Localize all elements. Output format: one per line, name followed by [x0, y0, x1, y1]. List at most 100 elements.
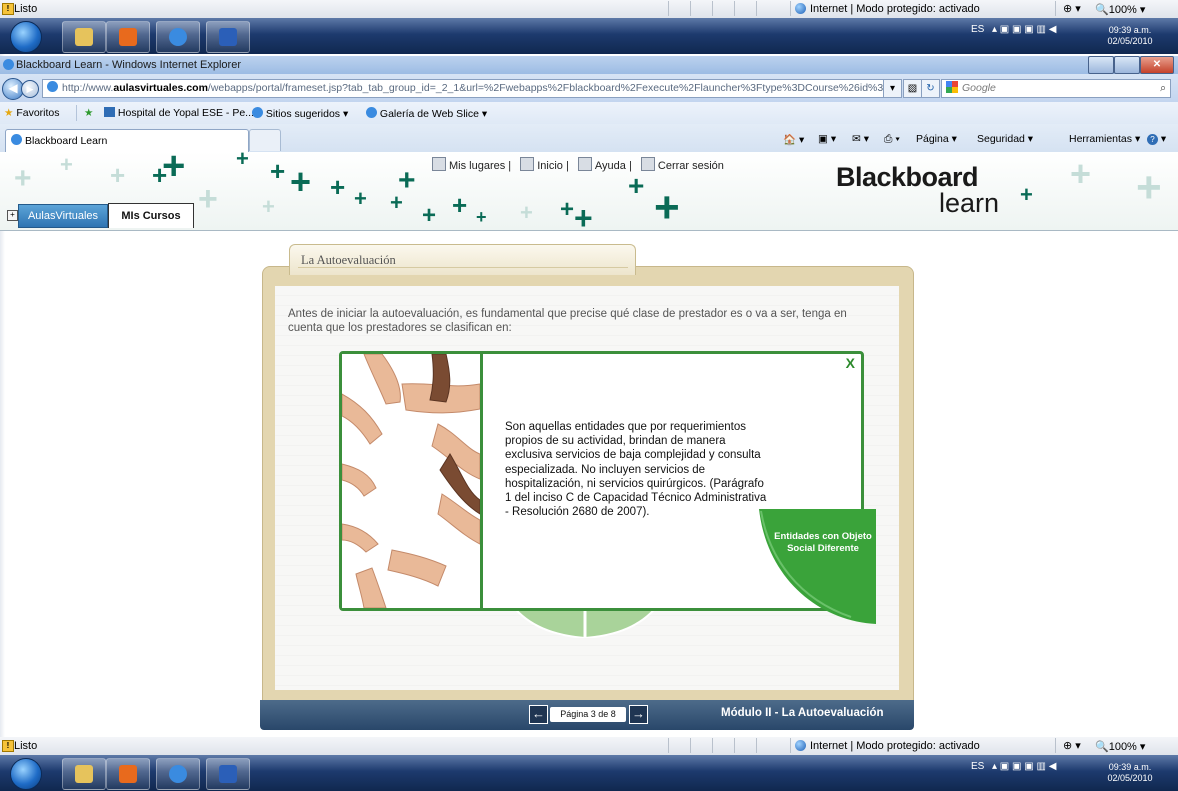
favorites-bar: ★ Favoritos ★ Hospital de Yopal ESE - Pe…	[0, 102, 1178, 125]
arm-shape	[363, 354, 401, 405]
tab-row: Blackboard Learn 🏠 ▾ ▣ ▾ ✉ ▾ ⎙ ▾ Página …	[0, 124, 1178, 153]
clock[interactable]: 09:39 a.m. 02/05/2010	[1100, 762, 1160, 784]
popup-description: Son aquellas entidades que por requerimi…	[505, 421, 767, 519]
favorite-item-webslice[interactable]: Galería de Web Slice ▾	[366, 107, 487, 120]
tab-blackboard-learn[interactable]: Blackboard Learn	[5, 129, 249, 152]
protected-mode-icon[interactable]: ⊕ ▾	[1063, 2, 1081, 15]
media-player-taskbar-button[interactable]	[106, 21, 150, 53]
plus-decoration: +	[162, 152, 186, 188]
security-zone[interactable]: Internet | Modo protegido: activado	[810, 3, 980, 15]
ie-taskbar-button[interactable]	[156, 21, 200, 53]
tools-menu[interactable]: Herramientas ▾	[1069, 133, 1140, 145]
search-box[interactable]: Google ⌕	[941, 79, 1171, 98]
close-popup-button[interactable]: X	[846, 355, 855, 371]
refresh-button[interactable]: ↻	[921, 79, 940, 98]
protected-mode-icon[interactable]: ⊕ ▾	[1063, 739, 1081, 752]
plus-decoration: +	[290, 161, 312, 202]
help-icon[interactable]: ? ▾	[1147, 133, 1166, 145]
home-icon[interactable]: 🏠 ▾	[783, 133, 804, 146]
ie-taskbar-button[interactable]	[156, 758, 200, 790]
new-tab-button[interactable]	[249, 129, 281, 151]
zoom-level[interactable]: 🔍100% ▾	[1095, 740, 1145, 753]
favorite-item-suggested[interactable]: Sitios sugeridos ▾	[252, 107, 348, 120]
language-indicator[interactable]: ES	[971, 24, 984, 35]
explorer-taskbar-button[interactable]	[62, 758, 106, 790]
plus-decoration: +	[520, 200, 533, 225]
media-player-taskbar-button[interactable]	[106, 758, 150, 790]
security-zone[interactable]: Internet | Modo protegido: activado	[810, 740, 980, 752]
plus-decoration: +	[654, 183, 680, 231]
quadrant-shape	[759, 509, 876, 624]
expand-icon[interactable]: +	[7, 210, 18, 221]
internet-explorer-icon	[169, 765, 187, 783]
minimize-button[interactable]	[1088, 56, 1114, 74]
plus-decoration: +	[330, 172, 346, 202]
plus-decoration: +	[198, 180, 218, 218]
help-link[interactable]: Ayuda	[595, 160, 626, 172]
plus-decoration: +	[476, 207, 487, 227]
section-title: La Autoevaluación	[301, 253, 396, 267]
zoom-level[interactable]: 🔍100% ▾	[1095, 3, 1145, 16]
arm-shape	[429, 354, 451, 403]
tab-aulasvirtuales[interactable]: AulasVirtuales	[18, 204, 108, 228]
logout-link[interactable]: Cerrar sesión	[658, 160, 724, 172]
status-divider	[668, 1, 669, 16]
language-indicator[interactable]: ES	[971, 761, 984, 772]
segment-label[interactable]: Entidades con Objeto Social Diferente	[768, 531, 878, 554]
plus-decoration: +	[270, 156, 286, 186]
tray-icons[interactable]: ▴ ▣ ▣ ▣ ▥ ◀	[992, 761, 1056, 772]
clock[interactable]: 09:39 a.m. 02/05/2010	[1100, 25, 1160, 47]
folder-icon	[75, 765, 93, 783]
start-button[interactable]	[10, 758, 42, 790]
globe-icon	[795, 740, 806, 751]
tray-icons[interactable]: ▴ ▣ ▣ ▣ ▥ ◀	[992, 24, 1056, 35]
feeds-icon[interactable]: ▣ ▾	[818, 133, 836, 145]
close-window-button[interactable]: ✕	[1140, 56, 1174, 74]
forward-button[interactable]: ▶	[21, 80, 39, 98]
arm-shape	[342, 393, 383, 445]
page-icon	[47, 81, 58, 92]
status-divider	[712, 1, 713, 16]
top-links: Mis lugares | Inicio | Ayuda | Cerrar se…	[426, 157, 724, 172]
home-link[interactable]: Inicio	[537, 160, 563, 172]
status-divider	[734, 1, 735, 16]
section-tab: La Autoevaluación	[289, 244, 636, 275]
maximize-button[interactable]	[1114, 56, 1140, 74]
status-divider	[756, 1, 757, 16]
page-menu[interactable]: Página ▾	[916, 133, 957, 145]
security-menu[interactable]: Seguridad ▾	[977, 133, 1033, 145]
status-divider	[712, 738, 713, 753]
search-icon[interactable]: ⌕	[1160, 80, 1166, 97]
my-places-link[interactable]: Mis lugares	[449, 160, 505, 172]
add-favorite-icon[interactable]: ★	[84, 107, 93, 119]
internet-explorer-icon	[366, 107, 377, 118]
favorites-button[interactable]: ★ Favoritos	[4, 107, 60, 119]
bottom-status-bar: ! Listo Internet | Modo protegido: activ…	[0, 737, 1178, 756]
bottom-taskbar: ES ▴ ▣ ▣ ▣ ▥ ◀ 09:39 a.m. 02/05/2010	[0, 755, 1178, 791]
print-icon[interactable]: ⎙ ▾	[884, 133, 900, 146]
word-taskbar-button[interactable]	[206, 21, 250, 53]
compatibility-view-button[interactable]: ▧	[903, 79, 922, 98]
mail-icon[interactable]: ✉ ▾	[852, 133, 869, 145]
address-dropdown[interactable]: ▾	[883, 79, 902, 98]
start-button[interactable]	[10, 21, 42, 53]
internet-explorer-icon	[252, 107, 263, 118]
status-divider	[1055, 1, 1056, 16]
window-controls: ✕	[1088, 56, 1174, 74]
next-page-button[interactable]: →	[629, 705, 648, 724]
word-taskbar-button[interactable]	[206, 758, 250, 790]
window-title: Blackboard Learn - Windows Internet Expl…	[16, 59, 241, 71]
tab-mis-cursos[interactable]: MIs Cursos	[108, 203, 194, 228]
logout-icon	[640, 157, 655, 171]
favorite-item-hospital[interactable]: Hospital de Yopal ESE - Pe...	[104, 107, 254, 119]
previous-page-button[interactable]: ←	[529, 705, 548, 724]
address-field[interactable]: http://www.aulasvirtuales.com/webapps/po…	[42, 79, 902, 98]
status-divider	[690, 738, 691, 753]
plus-decoration: +	[560, 196, 575, 223]
explorer-taskbar-button[interactable]	[62, 21, 106, 53]
hands-illustration	[342, 354, 480, 608]
segment-entidades-objeto-social[interactable]	[759, 509, 876, 624]
plus-decoration: +	[452, 190, 468, 220]
top-taskbar: ES ▴ ▣ ▣ ▣ ▥ ◀ 09:39 a.m. 02/05/2010	[0, 18, 1178, 54]
plus-decoration: +	[262, 194, 275, 219]
